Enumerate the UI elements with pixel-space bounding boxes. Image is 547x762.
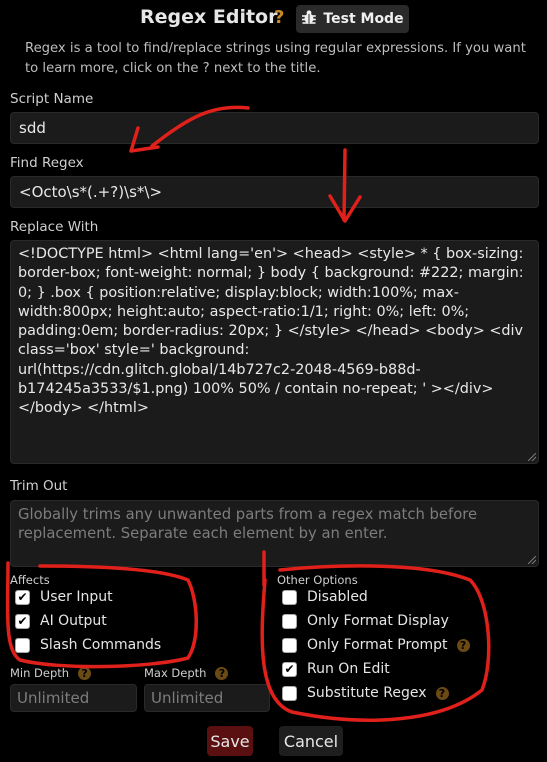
checkbox-unchecked[interactable] <box>282 589 297 605</box>
test-mode-button[interactable]: Test Mode <box>296 5 409 33</box>
affects-option-label: AI Output <box>40 613 107 629</box>
checkbox-unchecked[interactable] <box>282 613 297 629</box>
bug-icon <box>301 9 317 29</box>
affects-option[interactable]: ✔ User Input <box>15 585 161 609</box>
max-depth-label-text: Max Depth <box>144 666 207 680</box>
test-mode-label: Test Mode <box>323 11 404 27</box>
find-regex-input[interactable]: <Octo\s*(.+?)\s*\> <box>10 176 539 208</box>
min-depth-input[interactable]: Unlimited <box>10 684 137 712</box>
min-depth-label-text: Min Depth <box>10 666 70 680</box>
cancel-button[interactable]: Cancel <box>279 726 343 756</box>
other-option-label: Only Format Prompt <box>307 637 448 653</box>
affects-option[interactable]: Slash Commands <box>15 633 161 657</box>
script-name-label: Script Name <box>10 91 94 107</box>
dialog-description: Regex is a tool to find/replace strings … <box>25 41 526 76</box>
save-button[interactable]: Save <box>207 726 253 756</box>
resize-handle[interactable] <box>528 453 536 461</box>
replace-with-text: <!DOCTYPE html> <html lang='en'> <head> … <box>18 246 524 417</box>
checkbox-unchecked[interactable] <box>15 637 30 653</box>
help-icon[interactable]: ? <box>456 638 470 652</box>
script-name-input[interactable]: sdd <box>10 112 539 144</box>
other-option[interactable]: Substitute Regex? <box>282 681 470 705</box>
other-option[interactable]: Only Format Prompt? <box>282 633 470 657</box>
checkbox-unchecked[interactable] <box>282 637 297 653</box>
other-option-label: Only Format Display <box>307 613 449 629</box>
other-option[interactable]: Only Format Display <box>282 609 470 633</box>
trim-out-textarea[interactable]: Globally trims any unwanted parts from a… <box>10 500 539 567</box>
min-depth-label: Min Depth ? <box>10 666 92 680</box>
other-options-group: Disabled Only Format Display Only Format P… <box>282 585 470 705</box>
other-option[interactable]: Disabled <box>282 585 470 609</box>
find-regex-label: Find Regex <box>10 155 84 171</box>
resize-handle[interactable] <box>528 556 536 564</box>
max-depth-input[interactable]: Unlimited <box>144 684 270 712</box>
affects-option-label: User Input <box>40 589 113 605</box>
affects-option-label: Slash Commands <box>40 637 162 653</box>
other-option-label: Run On Edit <box>307 661 390 677</box>
other-option-label: Substitute Regex <box>307 685 427 701</box>
other-option[interactable]: ✔ Run On Edit <box>282 657 470 681</box>
help-icon[interactable]: ? <box>78 666 92 680</box>
other-option-label: Disabled <box>307 589 368 605</box>
replace-with-label: Replace With <box>10 219 99 235</box>
max-depth-label: Max Depth ? <box>144 666 229 680</box>
affects-option[interactable]: ✔ AI Output <box>15 609 161 633</box>
checkbox-checked[interactable]: ✔ <box>15 589 30 605</box>
checkbox-checked[interactable]: ✔ <box>15 613 30 629</box>
dialog-title: Regex Editor <box>140 6 278 28</box>
trim-out-placeholder: Globally trims any unwanted parts from a… <box>18 506 478 543</box>
checkbox-checked[interactable]: ✔ <box>282 661 297 677</box>
trim-out-label: Trim Out <box>10 478 68 494</box>
help-icon[interactable]: ? <box>274 7 284 28</box>
affects-group: ✔ User Input ✔ AI Output Slash Commands <box>15 585 161 657</box>
help-icon[interactable]: ? <box>435 686 449 700</box>
help-icon[interactable]: ? <box>215 666 229 680</box>
replace-with-textarea[interactable]: <!DOCTYPE html> <html lang='en'> <head> … <box>10 240 539 464</box>
checkbox-unchecked[interactable] <box>282 685 297 701</box>
